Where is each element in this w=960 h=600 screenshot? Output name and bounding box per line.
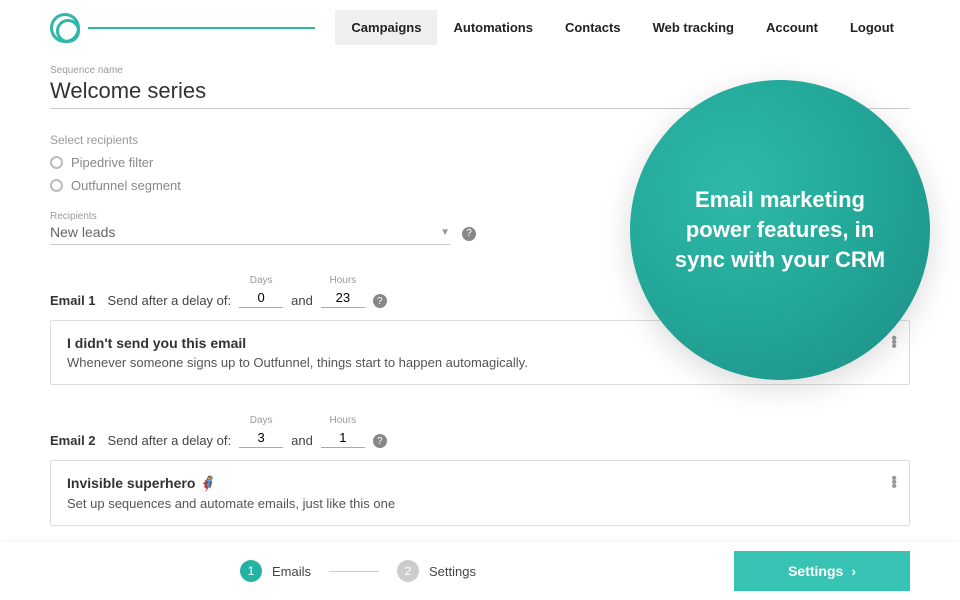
recipients-select-value: New leads bbox=[50, 224, 428, 240]
nav-account[interactable]: Account bbox=[750, 10, 834, 45]
email-2-hours-input[interactable] bbox=[321, 428, 365, 448]
radio-icon bbox=[50, 179, 63, 192]
step-connector bbox=[329, 571, 379, 572]
email-2-card[interactable]: Invisible superhero 🦸‍♀️ Set up sequence… bbox=[50, 460, 910, 526]
promo-text: Email marketing power features, in sync … bbox=[670, 185, 890, 274]
step-2-label: Settings bbox=[429, 564, 476, 579]
main-nav: Campaigns Automations Contacts Web track… bbox=[335, 10, 910, 45]
days-caption: Days bbox=[250, 415, 273, 426]
nav-web-tracking[interactable]: Web tracking bbox=[637, 10, 750, 45]
cta-label: Settings bbox=[788, 563, 843, 579]
and-label: and bbox=[291, 293, 313, 308]
email-2-delay-row: Email 2 Send after a delay of: Days and … bbox=[50, 415, 910, 448]
help-icon[interactable]: ? bbox=[462, 227, 476, 241]
footer-bar: 1 Emails 2 Settings Settings › bbox=[0, 542, 960, 600]
chevron-down-icon: ▼ bbox=[440, 227, 450, 238]
radio-icon bbox=[50, 156, 63, 169]
nav-contacts[interactable]: Contacts bbox=[549, 10, 637, 45]
nav-automations[interactable]: Automations bbox=[437, 10, 548, 45]
email-1-days-input[interactable] bbox=[239, 288, 283, 308]
hours-caption: Hours bbox=[329, 275, 356, 286]
email-1-menu-icon[interactable]: ••• bbox=[891, 337, 897, 349]
nav-logout[interactable]: Logout bbox=[834, 10, 910, 45]
step-1-number-icon: 1 bbox=[240, 560, 262, 582]
step-2-number-icon: 2 bbox=[397, 560, 419, 582]
promo-circle: Email marketing power features, in sync … bbox=[630, 80, 930, 380]
step-1-label: Emails bbox=[272, 564, 311, 579]
email-1-hours-input[interactable] bbox=[321, 288, 365, 308]
email-2-title: Invisible superhero 🦸‍♀️ bbox=[67, 475, 893, 492]
email-2-menu-icon[interactable]: ••• bbox=[891, 477, 897, 489]
days-caption: Days bbox=[250, 275, 273, 286]
header-divider bbox=[88, 27, 315, 29]
email-2-label: Email 2 bbox=[50, 433, 96, 448]
step-2[interactable]: 2 Settings bbox=[397, 560, 476, 582]
email-2-subtitle: Set up sequences and automate emails, ju… bbox=[67, 496, 893, 511]
email-2-days-input[interactable] bbox=[239, 428, 283, 448]
and-label: and bbox=[291, 433, 313, 448]
sequence-name-label: Sequence name bbox=[50, 65, 910, 76]
settings-cta-button[interactable]: Settings › bbox=[734, 551, 910, 591]
top-header: Campaigns Automations Contacts Web track… bbox=[0, 0, 960, 51]
recipients-select[interactable]: New leads ▼ bbox=[50, 224, 450, 245]
email-1-label: Email 1 bbox=[50, 293, 96, 308]
wizard-steps: 1 Emails 2 Settings bbox=[240, 560, 476, 582]
chevron-right-icon: › bbox=[851, 563, 856, 579]
help-icon[interactable]: ? bbox=[373, 434, 387, 448]
send-after-label: Send after a delay of: bbox=[108, 433, 232, 448]
hours-caption: Hours bbox=[329, 415, 356, 426]
nav-campaigns[interactable]: Campaigns bbox=[335, 10, 437, 45]
step-1[interactable]: 1 Emails bbox=[240, 560, 311, 582]
radio-label: Outfunnel segment bbox=[71, 178, 181, 193]
send-after-label: Send after a delay of: bbox=[108, 293, 232, 308]
radio-label: Pipedrive filter bbox=[71, 155, 153, 170]
brand-logo-icon bbox=[50, 13, 80, 43]
email-2-block: Email 2 Send after a delay of: Days and … bbox=[50, 415, 910, 526]
help-icon[interactable]: ? bbox=[373, 294, 387, 308]
